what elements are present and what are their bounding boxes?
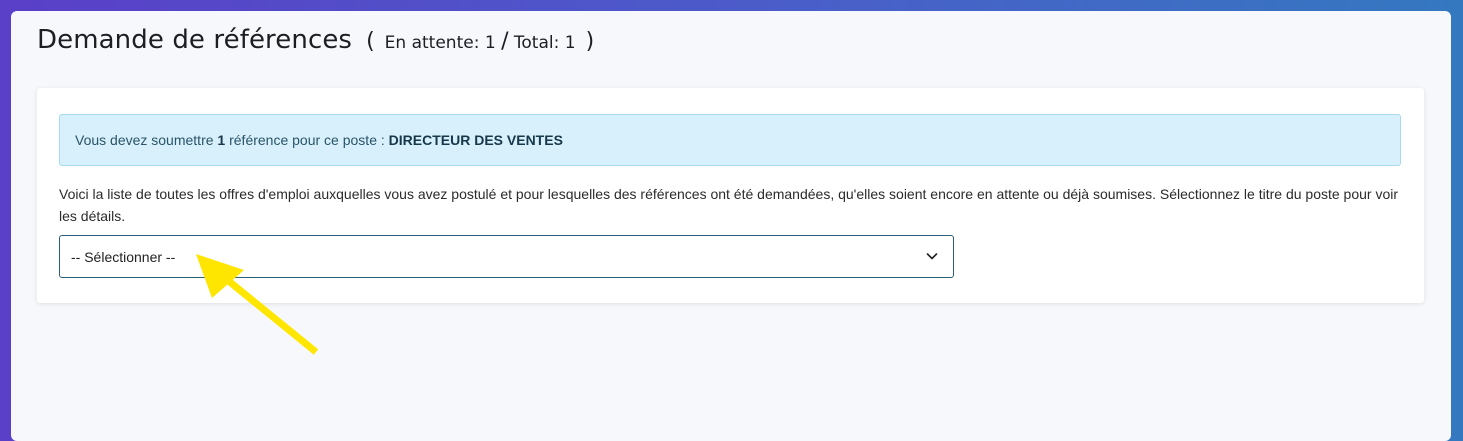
page-panel: Demande de références ( En attente: 1 / … xyxy=(11,11,1451,441)
page-header: Demande de références ( En attente: 1 / … xyxy=(37,25,594,55)
info-alert: Vous devez soumettre 1 référence pour ce… xyxy=(59,114,1401,166)
info-job-title: DIRECTEUR DES VENTES xyxy=(388,132,563,148)
counts-paren-open: ( xyxy=(366,29,375,54)
info-prefix: Vous devez soumettre xyxy=(75,132,214,148)
job-select-dropdown[interactable]: -- Sélectionner -- xyxy=(59,235,954,278)
references-card: Vous devez soumettre 1 référence pour ce… xyxy=(37,88,1424,303)
pending-count: 1 xyxy=(484,33,496,53)
info-middle: référence pour ce poste : xyxy=(229,132,385,148)
total-label: Total: xyxy=(513,33,560,53)
job-select-value: -- Sélectionner -- xyxy=(71,248,176,265)
counts-separator: / xyxy=(501,29,509,54)
total-count: 1 xyxy=(564,33,576,53)
description-text: Voici la liste de toutes les offres d'em… xyxy=(59,186,1399,224)
counts-paren-close: ) xyxy=(585,29,595,54)
reference-counts: ( En attente: 1 / Total: 1 ) xyxy=(366,29,594,54)
info-count: 1 xyxy=(217,132,226,148)
chevron-down-icon xyxy=(926,253,938,260)
page-title: Demande de références xyxy=(37,25,353,55)
pending-label: En attente: xyxy=(384,33,480,53)
